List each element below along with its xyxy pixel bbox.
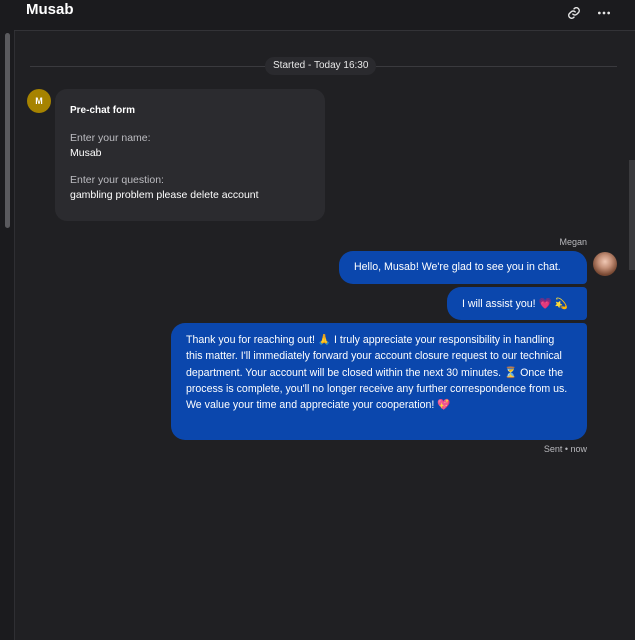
link-icon[interactable] (565, 4, 583, 22)
agent-name: Megan (559, 237, 587, 247)
right-panel-edge (629, 160, 635, 270)
question-field-value: gambling problem please delete account (70, 189, 259, 201)
name-field-label: Enter your name: (70, 132, 151, 144)
chat-title: Musab (26, 1, 74, 18)
visitor-avatar: M (27, 89, 51, 113)
more-options-icon[interactable] (595, 4, 613, 22)
question-field-label: Enter your question: (70, 174, 164, 186)
message-bubble: Thank you for reaching out! 🙏 I truly ap… (171, 323, 587, 440)
message-bubble: Hello, Musab! We're glad to see you in c… (339, 251, 587, 284)
message-bubble: I will assist you! 💗 💫 (447, 287, 587, 320)
chat-started-label: Started - Today 16:30 (265, 57, 377, 75)
message-status: Sent • now (543, 444, 587, 454)
prechat-form-card: Pre-chat form Enter your name: Musab Ent… (55, 89, 325, 221)
chat-header: Musab (14, 0, 635, 31)
prechat-form-title: Pre-chat form (70, 105, 136, 116)
scrollbar-thumb[interactable] (5, 33, 10, 228)
name-field-value: Musab (70, 147, 102, 159)
agent-avatar (593, 252, 617, 276)
left-panel-edge (0, 0, 15, 640)
